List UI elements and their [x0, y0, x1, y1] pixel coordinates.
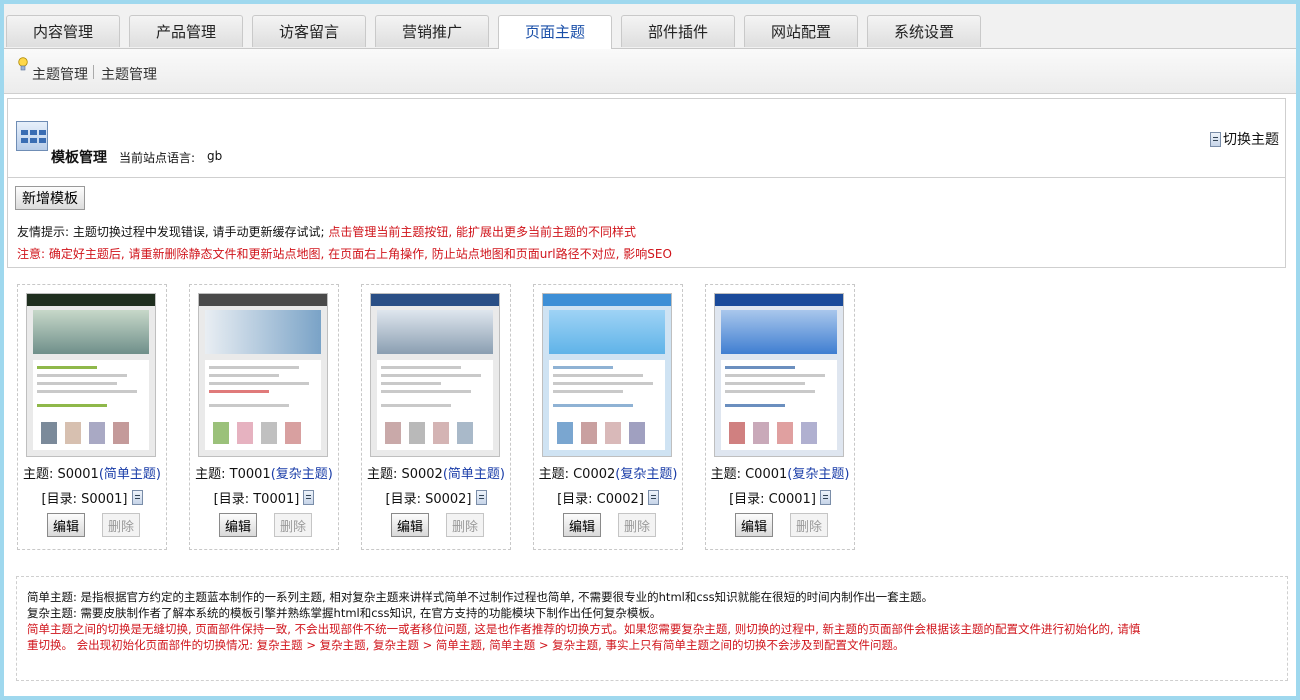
theme-name: 主题: C0001 [710, 467, 788, 482]
template-grid-icon [16, 121, 48, 151]
theme-name-line: 主题: C0002(复杂主题) [534, 463, 682, 482]
theme-name-line: 主题: C0001(复杂主题) [706, 463, 854, 482]
top-nav-bar: 内容管理 产品管理 访客留言 营销推广 页面主题 部件插件 网站配置 系统设置 [4, 4, 1296, 49]
theme-name-line: 主题: S0001(简单主题) [18, 463, 166, 482]
delete-button[interactable]: 删除 [446, 513, 484, 537]
theme-directory: [目录: S0002] [385, 492, 472, 507]
note-complex-theme: 复杂主题: 需要皮肤制作者了解本系统的模板引擎并熟练掌握html和css知识, … [27, 606, 662, 620]
delete-button[interactable]: 删除 [274, 513, 312, 537]
theme-name: 主题: S0001 [22, 467, 99, 482]
note-switch-warning-cont: 重切换。 会出现初始化页面部件的切换情况: 复杂主题 > 复杂主题, 复杂主题 … [27, 638, 905, 652]
theme-name-line: 主题: T0001(复杂主题) [190, 463, 338, 482]
document-icon[interactable] [303, 490, 315, 505]
tab-system-settings[interactable]: 系统设置 [867, 15, 981, 47]
theme-thumbnail[interactable] [714, 293, 844, 457]
template-panel: 模板管理 当前站点语言: gb 切换主题 新增模板 友情提示: 主题切换过程中发… [7, 98, 1286, 268]
theme-directory: [目录: C0002] [557, 492, 644, 507]
theme-notes: 简单主题: 是指根据官方约定的主题蓝本制作的一系列主题, 相对复杂主题来讲样式简… [16, 576, 1288, 681]
delete-button[interactable]: 删除 [102, 513, 140, 537]
tab-content-management[interactable]: 内容管理 [6, 15, 120, 47]
tip-highlight: 点击管理当前主题按钮, 能扩展出更多当前主题的不同样式 [328, 225, 636, 239]
note-switch-warning: 简单主题之间的切换是无缝切换, 页面部件保持一致, 不会出现部件不统一或者移位问… [27, 622, 1141, 636]
theme-type-link[interactable]: (简单主题) [99, 467, 161, 482]
tab-widgets-plugins[interactable]: 部件插件 [621, 15, 735, 47]
site-language-label: 当前站点语言: [119, 151, 196, 165]
tip-normal: 友情提示: 主题切换过程中发现错误, 请手动更新缓存试试; [17, 225, 329, 239]
theme-card: 主题: T0001(复杂主题) [目录: T0001] 编辑 删除 [189, 284, 339, 550]
theme-directory-line: [目录: T0001] [190, 488, 338, 507]
theme-directory-line: [目录: C0001] [706, 488, 854, 507]
notice-text: 注意: 确定好主题后, 请重新删除静态文件和更新站点地图, 在页面右上角操作, … [17, 247, 672, 261]
theme-directory: [目录: C0001] [729, 492, 816, 507]
document-icon[interactable] [475, 490, 487, 505]
tab-page-theme[interactable]: 页面主题 [498, 15, 612, 49]
breadcrumb-divider [93, 65, 94, 79]
theme-type-link[interactable]: (复杂主题) [787, 467, 849, 482]
edit-button[interactable]: 编辑 [563, 513, 601, 537]
theme-directory-line: [目录: S0001] [18, 488, 166, 507]
document-icon[interactable] [819, 490, 831, 505]
theme-type-link[interactable]: (复杂主题) [271, 467, 333, 482]
breadcrumb-item-theme-management[interactable]: 主题管理 [32, 64, 88, 84]
theme-card: 主题: C0001(复杂主题) [目录: C0001] 编辑 删除 [705, 284, 855, 550]
edit-button[interactable]: 编辑 [735, 513, 773, 537]
switch-theme-link[interactable]: 切换主题 [1210, 129, 1279, 149]
breadcrumb-item-current: 主题管理 [101, 67, 157, 83]
edit-button[interactable]: 编辑 [391, 513, 429, 537]
tab-product-management[interactable]: 产品管理 [129, 15, 243, 47]
document-icon[interactable] [647, 490, 659, 505]
note-simple-theme: 简单主题: 是指根据官方约定的主题蓝本制作的一系列主题, 相对复杂主题来讲样式简… [27, 590, 934, 604]
theme-card: 主题: S0001(简单主题) [目录: S0001] 编辑 删除 [17, 284, 167, 550]
delete-button[interactable]: 删除 [618, 513, 656, 537]
tip-text: 友情提示: 主题切换过程中发现错误, 请手动更新缓存试试; 点击管理当前主题按钮… [17, 223, 636, 240]
breadcrumb: 主题管理 主题管理 [4, 49, 1296, 94]
edit-button[interactable]: 编辑 [47, 513, 85, 537]
template-panel-header: 模板管理 当前站点语言: gb 切换主题 [8, 99, 1285, 178]
delete-button[interactable]: 删除 [790, 513, 828, 537]
theme-name: 主题: S0002 [366, 467, 443, 482]
theme-directory: [目录: S0001] [41, 492, 128, 507]
theme-card: 主题: S0002(简单主题) [目录: S0002] 编辑 删除 [361, 284, 511, 550]
theme-name-line: 主题: S0002(简单主题) [362, 463, 510, 482]
site-language-value: gb [207, 149, 223, 163]
theme-type-link[interactable]: (简单主题) [443, 467, 505, 482]
theme-type-link[interactable]: (复杂主题) [615, 467, 677, 482]
switch-theme-label: 切换主题 [1223, 132, 1279, 148]
lightbulb-icon [18, 57, 28, 71]
tab-visitor-messages[interactable]: 访客留言 [252, 15, 366, 47]
edit-button[interactable]: 编辑 [219, 513, 257, 537]
theme-directory: [目录: T0001] [213, 492, 300, 507]
add-template-button[interactable]: 新增模板 [15, 186, 85, 210]
page-title: 模板管理 [51, 150, 107, 166]
theme-name: 主题: T0001 [195, 467, 271, 482]
theme-directory-line: [目录: C0002] [534, 488, 682, 507]
theme-card: 主题: C0002(复杂主题) [目录: C0002] 编辑 删除 [533, 284, 683, 550]
theme-thumbnail[interactable] [26, 293, 156, 457]
theme-thumbnail[interactable] [542, 293, 672, 457]
document-icon [1210, 131, 1221, 147]
theme-thumbnail[interactable] [370, 293, 500, 457]
tab-marketing[interactable]: 营销推广 [375, 15, 489, 47]
tab-site-config[interactable]: 网站配置 [744, 15, 858, 47]
theme-directory-line: [目录: S0002] [362, 488, 510, 507]
theme-name: 主题: C0002 [538, 467, 616, 482]
theme-thumbnail[interactable] [198, 293, 328, 457]
document-icon[interactable] [131, 490, 143, 505]
app-frame: 内容管理 产品管理 访客留言 营销推广 页面主题 部件插件 网站配置 系统设置 … [4, 4, 1296, 696]
